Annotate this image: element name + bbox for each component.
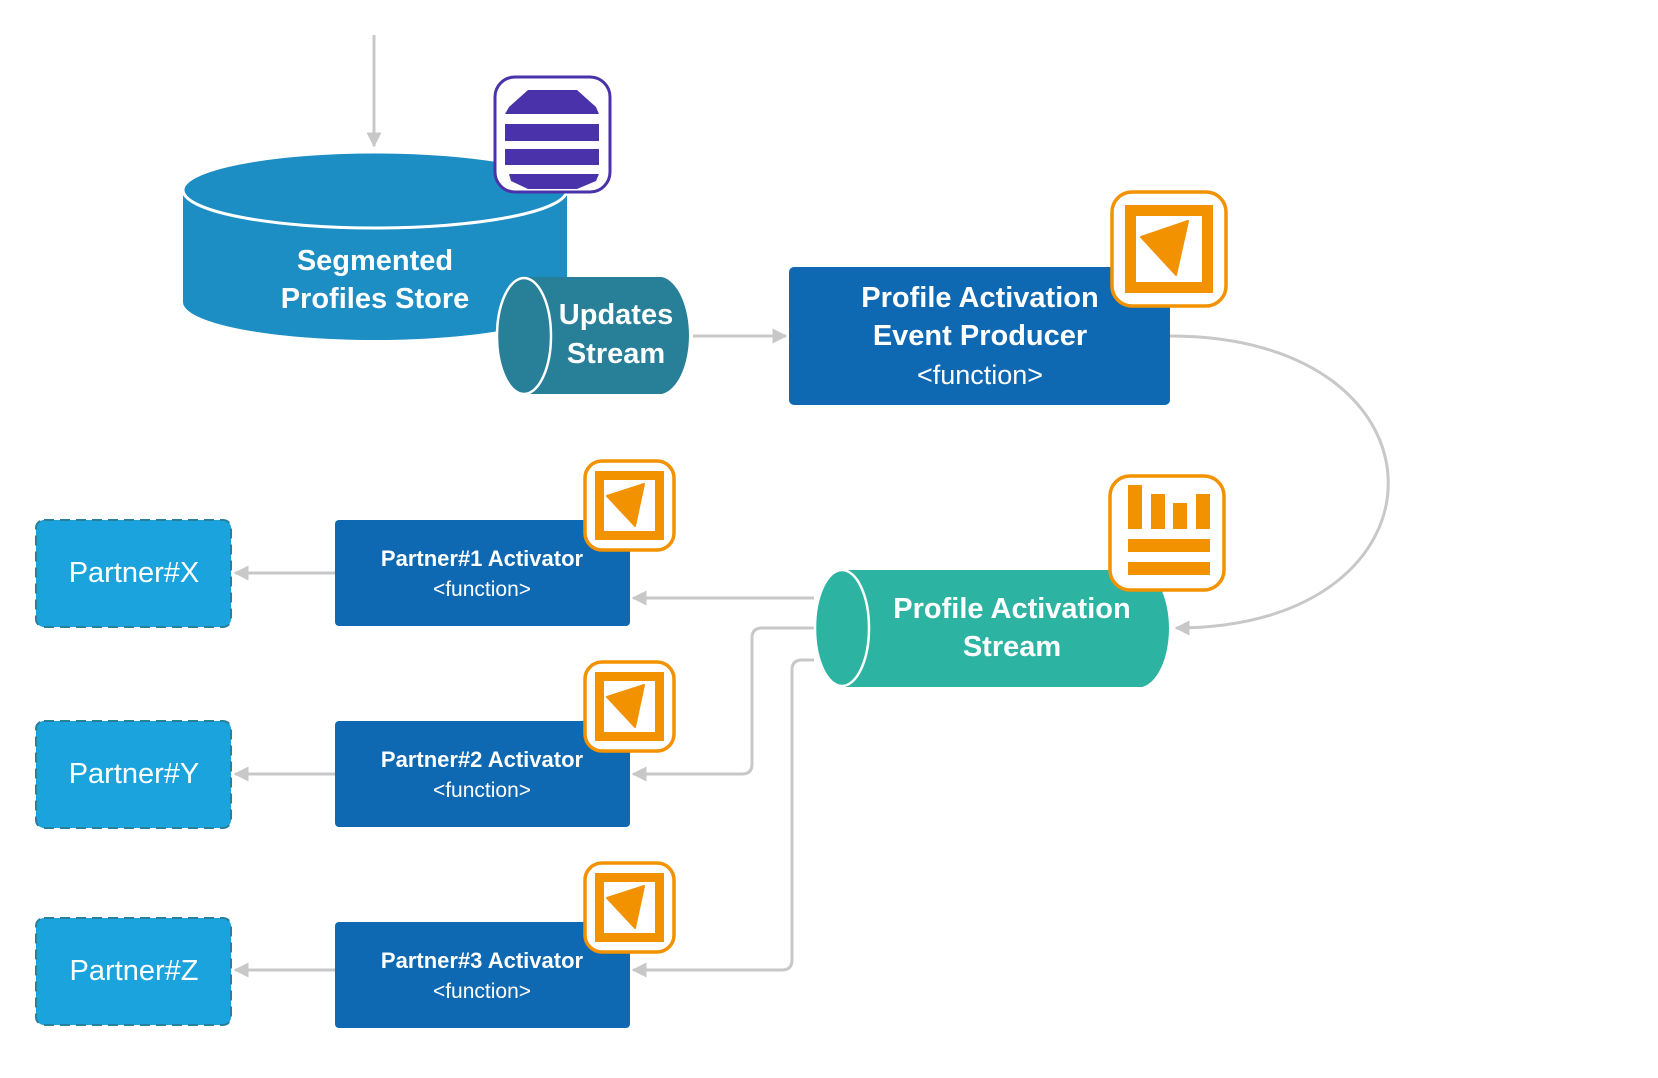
activation-stream-label-line1: Profile Activation bbox=[893, 593, 1130, 625]
profile-activation-stream[interactable]: Profile Activation Stream bbox=[813, 568, 1169, 688]
activation-stream-label-line2: Stream bbox=[963, 631, 1061, 663]
function-icon bbox=[583, 660, 676, 753]
function-icon bbox=[583, 861, 676, 954]
partner-z[interactable]: Partner#Z bbox=[35, 917, 232, 1026]
partner-y[interactable]: Partner#Y bbox=[35, 720, 232, 829]
store-label-line2: Profiles Store bbox=[281, 283, 470, 315]
activator-subtitle: <function> bbox=[433, 980, 531, 1003]
producer-label-line3: <function> bbox=[917, 360, 1043, 390]
function-icon bbox=[583, 459, 676, 552]
producer-label-line1: Profile Activation bbox=[861, 282, 1098, 314]
activator-subtitle: <function> bbox=[433, 578, 531, 601]
partner-label: Partner#Y bbox=[69, 758, 200, 790]
updates-stream-label-line2: Stream bbox=[567, 338, 665, 370]
updates-stream-end bbox=[495, 276, 553, 396]
database-stack-icon bbox=[493, 75, 612, 194]
activator-title: Partner#3 Activator bbox=[381, 948, 584, 973]
partner-label: Partner#X bbox=[69, 557, 200, 589]
activator-title: Partner#1 Activator bbox=[381, 546, 584, 571]
architecture-diagram: Segmented Profiles Store Updates Stream … bbox=[35, 35, 1390, 1028]
activator-title: Partner#2 Activator bbox=[381, 747, 584, 772]
activator-subtitle: <function> bbox=[433, 779, 531, 802]
store-label-line1: Segmented bbox=[297, 245, 453, 277]
partner-label: Partner#Z bbox=[70, 955, 199, 987]
stream-analytics-icon bbox=[1108, 474, 1226, 592]
partner-x[interactable]: Partner#X bbox=[35, 519, 232, 628]
producer-label-line2: Event Producer bbox=[873, 320, 1087, 352]
updates-stream-label-line1: Updates bbox=[559, 299, 673, 331]
updates-stream[interactable]: Updates Stream bbox=[495, 276, 689, 396]
activation-stream-end bbox=[813, 568, 871, 688]
function-icon bbox=[1110, 190, 1228, 308]
